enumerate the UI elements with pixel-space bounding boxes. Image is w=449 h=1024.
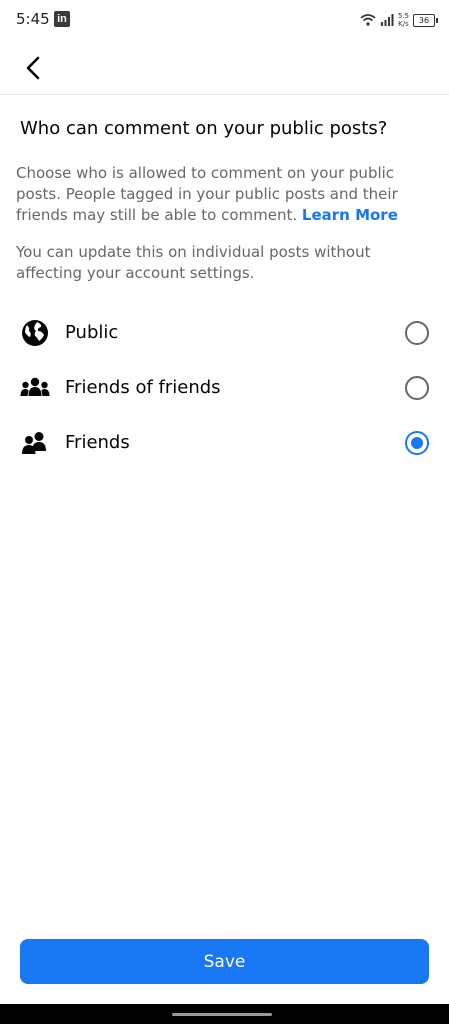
chevron-left-icon <box>26 56 40 80</box>
battery-level: 36 <box>418 15 430 25</box>
description: Choose who is allowed to comment on your… <box>16 163 436 226</box>
status-time: 5:45 <box>16 10 50 28</box>
friends-icon <box>22 432 46 454</box>
learn-more-link[interactable]: Learn More <box>302 206 398 224</box>
battery-icon: 36 <box>413 13 438 27</box>
wifi-icon <box>360 14 376 26</box>
friends-of-friends-icon <box>20 377 50 396</box>
network-speed-value: 5.5 <box>397 12 409 20</box>
globe-icon <box>22 320 48 346</box>
network-speed-unit: K/s <box>398 20 409 28</box>
option-friends-of-friends-radio[interactable] <box>405 376 429 400</box>
option-friends-of-friends[interactable]: Friends of friends <box>0 361 449 415</box>
status-indicators: 5.5 K/s 36 <box>360 10 438 30</box>
header-divider <box>0 94 449 95</box>
save-button[interactable]: Save <box>20 939 429 984</box>
update-note: You can update this on individual posts … <box>16 243 371 282</box>
option-public[interactable]: Public <box>0 306 449 360</box>
option-friends-label: Friends <box>65 432 130 453</box>
signal-icon <box>380 14 394 26</box>
navigation-bar <box>0 1004 449 1024</box>
status-bar: 5:45 in 5.5 K/s 36 <box>0 0 449 40</box>
network-speed: 5.5 K/s <box>398 12 409 28</box>
option-friends-of-friends-label: Friends of friends <box>65 377 221 398</box>
linkedin-notification-icon: in <box>54 11 70 27</box>
page-title: Who can comment on your public posts? <box>20 118 388 139</box>
option-friends[interactable]: Friends <box>0 416 449 470</box>
option-friends-radio[interactable] <box>405 431 429 455</box>
home-indicator[interactable] <box>172 1013 272 1016</box>
back-button[interactable] <box>14 50 54 86</box>
option-public-label: Public <box>65 322 119 343</box>
option-public-radio[interactable] <box>405 321 429 345</box>
